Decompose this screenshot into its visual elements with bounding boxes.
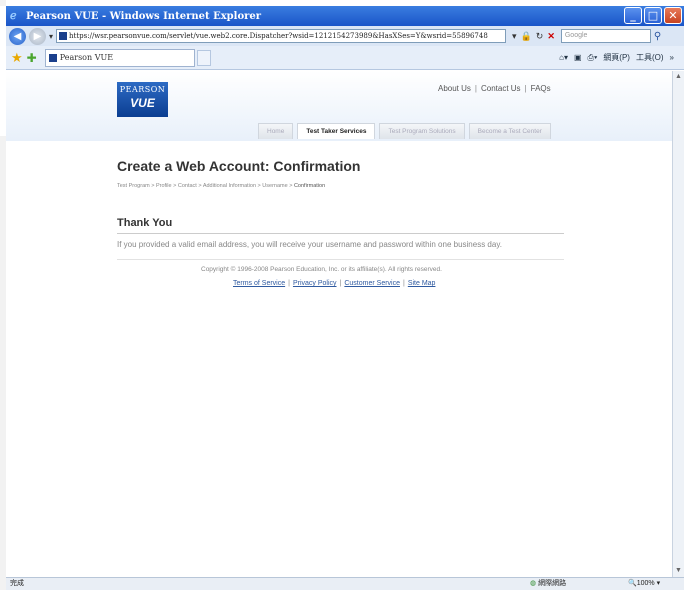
url-text: https://wsr.pearsonvue.com/servlet/vue.w…	[69, 32, 488, 40]
main-nav-tabs: Home Test Taker Services Test Program So…	[258, 123, 551, 139]
divider	[117, 233, 564, 234]
page-title: Create a Web Account: Confirmation	[117, 158, 361, 174]
globe-icon: ◍	[530, 580, 537, 587]
breadcrumb: Test Program > Profile > Contact > Addit…	[117, 183, 326, 189]
status-text: 完成	[10, 580, 24, 587]
logo-bottom-text: VUE	[130, 96, 155, 110]
browser-tab[interactable]: Pearson VUE	[44, 48, 195, 67]
customer-service-link[interactable]: Customer Service	[344, 280, 400, 287]
zoom-level[interactable]: 🔍100% ▾	[628, 578, 660, 590]
divider	[117, 259, 564, 260]
search-icon[interactable]: ⚲	[654, 31, 661, 42]
scroll-down-icon[interactable]: ▼	[673, 565, 684, 577]
breadcrumb-current: Confirmation	[293, 183, 326, 189]
page-viewport: PEARSON VUE About Us | Contact Us | FAQs Hom…	[6, 71, 672, 577]
window-controls: _ □ ✕	[624, 7, 682, 24]
favorites-star-icon[interactable]: ★	[11, 50, 23, 66]
close-button[interactable]: ✕	[664, 7, 682, 24]
search-placeholder: Google	[564, 32, 588, 39]
site-favicon-icon	[59, 32, 68, 40]
breadcrumb-step: Username	[262, 183, 288, 189]
terms-of-service-link[interactable]: Terms of Service	[233, 280, 285, 287]
chevron-more-icon[interactable]: »	[670, 53, 674, 62]
logo-top-text: PEARSON	[119, 85, 166, 94]
security-zone[interactable]: ◍ 網際網路	[530, 578, 566, 590]
breadcrumb-step: Contact	[177, 183, 197, 189]
tools-menu[interactable]: 工具(O)	[636, 52, 664, 63]
copyright-text: Copyright © 1996-2008 Pearson Education,…	[201, 266, 442, 273]
command-bar: ⌂▾ ▣ ⎙▾ 網頁(P) 工具(O) »	[559, 52, 684, 63]
add-favorites-icon[interactable]: ✚	[27, 51, 37, 65]
url-input[interactable]: https://wsr.pearsonvue.com/servlet/vue.w…	[56, 29, 507, 43]
privacy-policy-link[interactable]: Privacy Policy	[293, 280, 337, 287]
site-header: PEARSON VUE About Us | Contact Us | FAQs Hom…	[6, 71, 672, 141]
tab-test-taker-services[interactable]: Test Taker Services	[297, 123, 376, 139]
breadcrumb-step: Test Program	[117, 183, 150, 189]
lock-icon[interactable]: 🔒	[521, 31, 532, 42]
status-bar: 完成 ◍ 網際網路 🔍100% ▾	[6, 577, 684, 590]
page-menu[interactable]: 網頁(P)	[603, 52, 630, 63]
faqs-link[interactable]: FAQs	[531, 84, 551, 93]
top-links: About Us | Contact Us | FAQs	[438, 84, 551, 93]
confirmation-message: If you provided a valid email address, y…	[117, 240, 502, 249]
contact-us-link[interactable]: Contact Us	[481, 84, 521, 93]
tab-bar: ★ ✚ Pearson VUE ⌂▾ ▣ ⎙▾ 網頁(P) 工具(O) »	[6, 46, 684, 70]
feeds-icon[interactable]: ▣	[574, 53, 582, 62]
minimize-button[interactable]: _	[624, 7, 642, 24]
zone-label: 網際網路	[538, 580, 567, 587]
stop-icon[interactable]: ✕	[547, 31, 555, 42]
address-bar: ◀ ▶ ▾ https://wsr.pearsonvue.com/servlet…	[6, 26, 684, 46]
home-icon[interactable]: ⌂▾	[559, 53, 568, 62]
ie-logo-icon: ℯ	[10, 9, 17, 22]
scroll-up-icon[interactable]: ▲	[673, 71, 684, 83]
pearson-vue-logo[interactable]: PEARSON VUE	[117, 82, 168, 117]
section-title: Thank You	[117, 217, 173, 229]
breadcrumb-step: Additional Information	[202, 183, 257, 189]
tab-favicon-icon	[48, 53, 57, 62]
window-titlebar: ℯ Pearson VUE - Windows Internet Explore…	[6, 6, 684, 26]
maximize-button[interactable]: □	[644, 7, 662, 24]
about-us-link[interactable]: About Us	[438, 84, 471, 93]
forward-button[interactable]: ▶	[29, 27, 46, 45]
vertical-scrollbar[interactable]: ▲ ▼	[672, 71, 684, 577]
tab-become-test-center[interactable]: Become a Test Center	[468, 123, 551, 139]
print-icon[interactable]: ⎙▾	[588, 53, 598, 63]
tab-test-program-solutions[interactable]: Test Program Solutions	[379, 123, 465, 139]
zoom-value: 100%	[636, 580, 655, 587]
history-dropdown-icon[interactable]: ▾	[49, 32, 53, 41]
refresh-icon[interactable]: ↻	[536, 31, 544, 42]
window-title: Pearson VUE - Windows Internet Explorer	[26, 10, 262, 22]
address-icons: ▾ 🔒 ↻ ✕	[512, 31, 555, 42]
search-input[interactable]: Google	[560, 29, 651, 43]
browser-tab-label: Pearson VUE	[59, 52, 114, 62]
tab-home[interactable]: Home	[258, 123, 294, 139]
address-dropdown-icon[interactable]: ▾	[512, 31, 517, 42]
new-tab-button[interactable]	[196, 49, 211, 66]
breadcrumb-step: Profile	[156, 183, 172, 189]
back-button[interactable]: ◀	[9, 27, 26, 45]
footer-links: Terms of Service | Privacy Policy | Customer…	[233, 280, 436, 287]
site-map-link[interactable]: Site Map	[408, 280, 436, 287]
